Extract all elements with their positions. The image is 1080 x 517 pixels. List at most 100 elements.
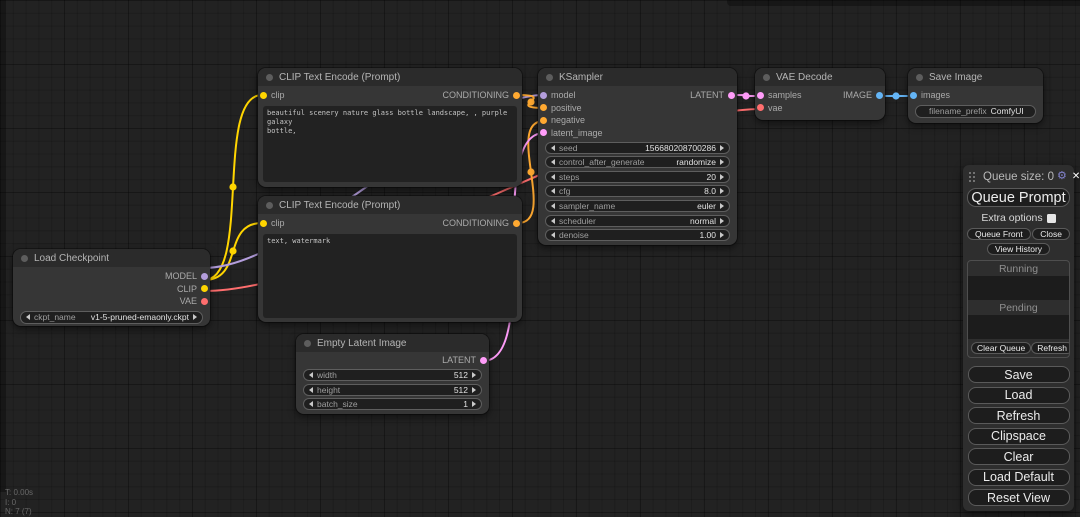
right-arrow-icon[interactable] [472, 372, 476, 378]
node-clip-text-encode-positive[interactable]: CLIP Text Encode (Prompt) clip CONDITION… [258, 68, 522, 187]
reset-view-button[interactable]: Reset View [968, 489, 1070, 506]
right-arrow-icon[interactable] [720, 145, 724, 151]
right-arrow-icon[interactable] [720, 232, 724, 238]
scheduler-widget[interactable]: scheduler normal [545, 215, 730, 227]
control-after-generate-widget[interactable]: control_after_generate randomize [545, 156, 730, 168]
node-load-checkpoint[interactable]: Load Checkpoint MODEL CLIP VAE ckpt_name… [13, 249, 210, 326]
node-clip-text-encode-negative[interactable]: CLIP Text Encode (Prompt) clip CONDITION… [258, 196, 522, 322]
wire-reroute-dot[interactable] [229, 183, 236, 190]
filename-prefix-widget[interactable]: filename_prefix ComfyUI [915, 105, 1036, 118]
refresh-button[interactable]: Refresh [968, 407, 1070, 424]
clear-queue-button[interactable]: Clear Queue [971, 342, 1031, 354]
image-port-icon[interactable] [910, 92, 917, 99]
settings-gear-icon[interactable]: ⚙ [1057, 171, 1067, 182]
widget-label: height [317, 385, 340, 395]
latent-port-icon[interactable] [540, 129, 547, 136]
left-arrow-icon[interactable] [551, 188, 555, 194]
denoise-widget[interactable]: denoise 1.00 [545, 229, 730, 241]
left-arrow-icon[interactable] [26, 314, 30, 320]
clip-port-icon[interactable] [260, 92, 267, 99]
view-history-button[interactable]: View History [987, 243, 1050, 255]
wire-reroute-dot[interactable] [742, 92, 749, 99]
node-title-bar[interactable]: CLIP Text Encode (Prompt) [258, 196, 522, 214]
left-arrow-icon[interactable] [309, 387, 313, 393]
node-vae-decode[interactable]: VAE Decode samples IMAGE vae [755, 68, 885, 120]
right-arrow-icon[interactable] [720, 203, 724, 209]
left-arrow-icon[interactable] [551, 218, 555, 224]
drag-handle-icon[interactable] [968, 171, 976, 183]
refresh-queue-button[interactable]: Refresh [1031, 342, 1070, 354]
right-arrow-icon[interactable] [193, 314, 197, 320]
wire-reroute-dot[interactable] [527, 168, 534, 175]
clear-button[interactable]: Clear [968, 448, 1070, 465]
widget-value: 20 [707, 172, 716, 182]
load-default-button[interactable]: Load Default [968, 469, 1070, 486]
node-title-bar[interactable]: CLIP Text Encode (Prompt) [258, 68, 522, 86]
cfg-widget[interactable]: cfg 8.0 [545, 185, 730, 197]
conditioning-port-icon[interactable] [540, 104, 547, 111]
right-arrow-icon[interactable] [472, 401, 476, 407]
prompt-textarea[interactable]: beautiful scenery nature glass bottle la… [263, 106, 517, 182]
latent-port-icon[interactable] [480, 357, 487, 364]
widget-value: v1-5-pruned-emaonly.ckpt [91, 312, 189, 322]
left-arrow-icon[interactable] [551, 174, 555, 180]
output-slot-clip: CLIP [13, 283, 210, 296]
wire-reroute-dot[interactable] [229, 247, 236, 254]
left-arrow-icon[interactable] [309, 372, 313, 378]
batch-size-widget[interactable]: batch_size 1 [303, 398, 482, 410]
vae-port-icon[interactable] [757, 104, 764, 111]
left-arrow-icon[interactable] [551, 159, 555, 165]
clipspace-button[interactable]: Clipspace [968, 428, 1070, 445]
right-arrow-icon[interactable] [720, 218, 724, 224]
latent-port-icon[interactable] [728, 92, 735, 99]
image-port-icon[interactable] [876, 92, 883, 99]
sampler-name-widget[interactable]: sampler_name euler [545, 200, 730, 212]
clip-port-icon[interactable] [201, 285, 208, 292]
close-button[interactable]: Close [1032, 228, 1070, 240]
close-icon[interactable]: ✕ [1072, 172, 1080, 182]
conditioning-port-icon[interactable] [513, 92, 520, 99]
latent-port-icon[interactable] [757, 92, 764, 99]
model-port-icon[interactable] [540, 92, 547, 99]
seed-widget[interactable]: seed 156680208700286 [545, 142, 730, 154]
ckpt-name-widget[interactable]: ckpt_name v1-5-pruned-emaonly.ckpt [20, 311, 203, 324]
node-title-bar[interactable]: KSampler [538, 68, 737, 86]
right-arrow-icon[interactable] [720, 174, 724, 180]
left-arrow-icon[interactable] [309, 401, 313, 407]
load-button[interactable]: Load [968, 387, 1070, 404]
width-widget[interactable]: width 512 [303, 369, 482, 381]
left-arrow-icon[interactable] [551, 145, 555, 151]
right-arrow-icon[interactable] [472, 387, 476, 393]
node-empty-latent-image[interactable]: Empty Latent Image LATENT width 512 heig… [296, 334, 489, 414]
right-arrow-icon[interactable] [720, 188, 724, 194]
clip-port-icon[interactable] [260, 220, 267, 227]
node-title-bar[interactable]: Save Image [908, 68, 1043, 86]
left-arrow-icon[interactable] [551, 232, 555, 238]
node-title-bar[interactable]: Empty Latent Image [296, 334, 489, 352]
stats-node-count: N: 7 (7) [5, 507, 33, 517]
vae-port-icon[interactable] [201, 298, 208, 305]
save-button[interactable]: Save [968, 366, 1070, 383]
height-widget[interactable]: height 512 [303, 384, 482, 396]
node-status-icon [266, 202, 273, 209]
conditioning-port-icon[interactable] [540, 117, 547, 124]
wire-reroute-dot[interactable] [892, 92, 899, 99]
queue-prompt-button[interactable]: Queue Prompt [967, 188, 1070, 207]
node-title-bar[interactable]: Load Checkpoint [13, 249, 210, 267]
conditioning-port-icon[interactable] [513, 220, 520, 227]
wire-reroute-dot[interactable] [527, 98, 534, 105]
node-ksampler[interactable]: KSampler model LATENT positive negative … [538, 68, 737, 245]
model-port-icon[interactable] [201, 273, 208, 280]
steps-widget[interactable]: steps 20 [545, 171, 730, 183]
left-arrow-icon[interactable] [551, 203, 555, 209]
extra-options-row: Extra options [967, 212, 1070, 224]
pending-header: Pending [968, 300, 1069, 315]
node-title-bar[interactable]: VAE Decode [755, 68, 885, 86]
queue-front-button[interactable]: Queue Front [967, 228, 1031, 240]
prompt-textarea[interactable]: text, watermark [263, 234, 517, 318]
node-save-image[interactable]: Save Image images filename_prefix ComfyU… [908, 68, 1043, 123]
widget-value: 8.0 [704, 186, 716, 196]
extra-options-checkbox[interactable] [1047, 214, 1056, 223]
widget-label: cfg [559, 186, 570, 196]
right-arrow-icon[interactable] [720, 159, 724, 165]
